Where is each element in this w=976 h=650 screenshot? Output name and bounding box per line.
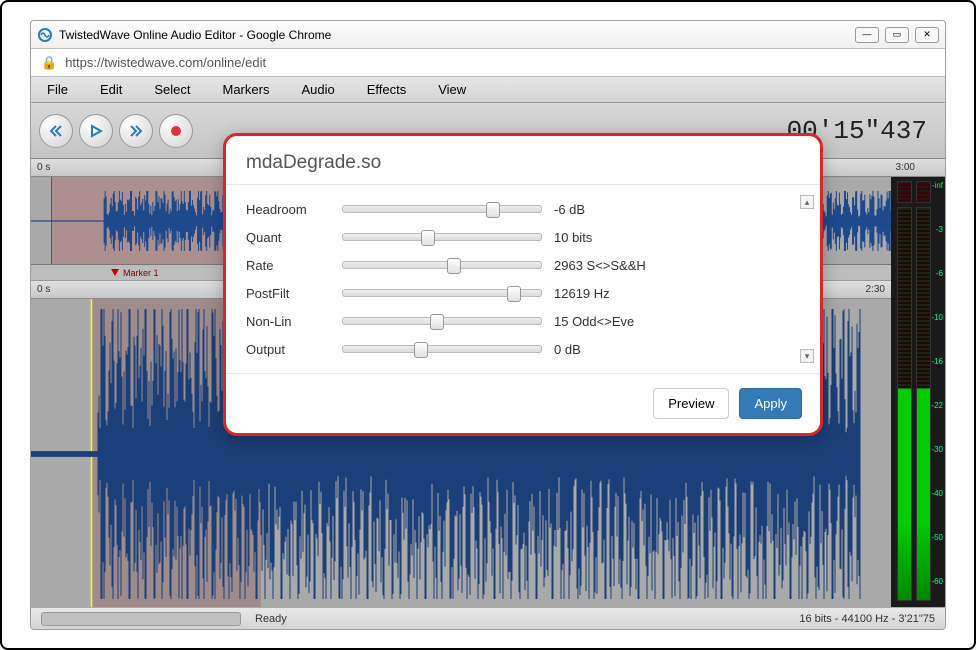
param-label: Non-Lin — [246, 314, 342, 329]
param-row-quant: Quant 10 bits — [246, 223, 800, 251]
menu-view[interactable]: View — [422, 82, 482, 97]
menu-effects[interactable]: Effects — [351, 82, 423, 97]
status-bar: Ready 16 bits - 44100 Hz - 3'21"75 — [31, 607, 945, 629]
marker-label: Marker 1 — [123, 268, 159, 278]
param-value: 10 bits — [554, 230, 592, 245]
url-text: https://twistedwave.com/online/edit — [65, 55, 266, 70]
slider-thumb[interactable] — [414, 342, 428, 358]
menu-file[interactable]: File — [31, 82, 84, 97]
param-slider-rate[interactable] — [342, 261, 542, 269]
marker-icon[interactable] — [111, 269, 119, 276]
scroll-up-button[interactable]: ▴ — [800, 195, 814, 209]
param-label: Headroom — [246, 202, 342, 217]
param-row-rate: Rate 2963 S<>S&&H — [246, 251, 800, 279]
menu-edit[interactable]: Edit — [84, 82, 138, 97]
menu-audio[interactable]: Audio — [285, 82, 350, 97]
param-label: Output — [246, 342, 342, 357]
param-slider-headroom[interactable] — [342, 205, 542, 213]
scroll-down-button[interactable]: ▾ — [800, 349, 814, 363]
forward-button[interactable] — [119, 114, 153, 148]
menu-markers[interactable]: Markers — [207, 82, 286, 97]
slider-thumb[interactable] — [486, 202, 500, 218]
titlebar: TwistedWave Online Audio Editor - Google… — [31, 21, 945, 49]
minimize-button[interactable]: — — [855, 27, 879, 43]
slider-thumb[interactable] — [430, 314, 444, 330]
param-value: 12619 Hz — [554, 286, 610, 301]
param-row-output: Output 0 dB — [246, 335, 800, 363]
param-label: Rate — [246, 258, 342, 273]
param-value: 0 dB — [554, 342, 581, 357]
dialog-title: mdaDegrade.so — [226, 136, 820, 185]
window-title: TwistedWave Online Audio Editor - Google… — [59, 28, 331, 42]
param-row-headroom: Headroom -6 dB — [246, 195, 800, 223]
param-label: PostFilt — [246, 286, 342, 301]
address-bar[interactable]: 🔒 https://twistedwave.com/online/edit — [31, 49, 945, 77]
slider-thumb[interactable] — [447, 258, 461, 274]
param-row-postfilt: PostFilt 12619 Hz — [246, 279, 800, 307]
record-button[interactable] — [159, 114, 193, 148]
status-right: 16 bits - 44100 Hz - 3'21"75 — [799, 613, 935, 625]
play-button[interactable] — [79, 114, 113, 148]
param-value: 15 Odd<>Eve — [554, 314, 634, 329]
apply-button[interactable]: Apply — [739, 388, 802, 419]
param-slider-non-lin[interactable] — [342, 317, 542, 325]
param-value: -6 dB — [554, 202, 585, 217]
status-left: Ready — [255, 613, 287, 625]
meter-scale: -inf -3 -6 -10 -16 -22 -30 -40 -50 -60 — [931, 181, 943, 621]
app-icon — [37, 27, 53, 43]
menu-select[interactable]: Select — [138, 82, 206, 97]
param-label: Quant — [246, 230, 342, 245]
param-value: 2963 S<>S&&H — [554, 258, 646, 273]
param-slider-output[interactable] — [342, 345, 542, 353]
slider-thumb[interactable] — [421, 230, 435, 246]
horizontal-scrollbar[interactable] — [41, 612, 241, 626]
ruler-tick: 0 s — [37, 162, 50, 173]
param-row-non-lin: Non-Lin 15 Odd<>Eve — [246, 307, 800, 335]
rewind-button[interactable] — [39, 114, 73, 148]
slider-thumb[interactable] — [507, 286, 521, 302]
param-slider-postfilt[interactable] — [342, 289, 542, 297]
ruler-tick: 3:00 — [896, 162, 945, 173]
preview-button[interactable]: Preview — [653, 388, 729, 419]
close-button[interactable]: ✕ — [915, 27, 939, 43]
ruler-tick: 0 s — [37, 284, 50, 295]
chrome-window: TwistedWave Online Audio Editor - Google… — [30, 20, 946, 630]
lock-icon: 🔒 — [41, 55, 57, 71]
maximize-button[interactable]: ▭ — [885, 27, 909, 43]
effect-dialog: mdaDegrade.so ▴ Headroom -6 dB Quant 10 bit… — [223, 133, 823, 436]
menu-bar: File Edit Select Markers Audio Effects V… — [31, 77, 945, 103]
level-meter: -inf -3 -6 -10 -16 -22 -30 -40 -50 -60 — [891, 177, 945, 607]
param-slider-quant[interactable] — [342, 233, 542, 241]
